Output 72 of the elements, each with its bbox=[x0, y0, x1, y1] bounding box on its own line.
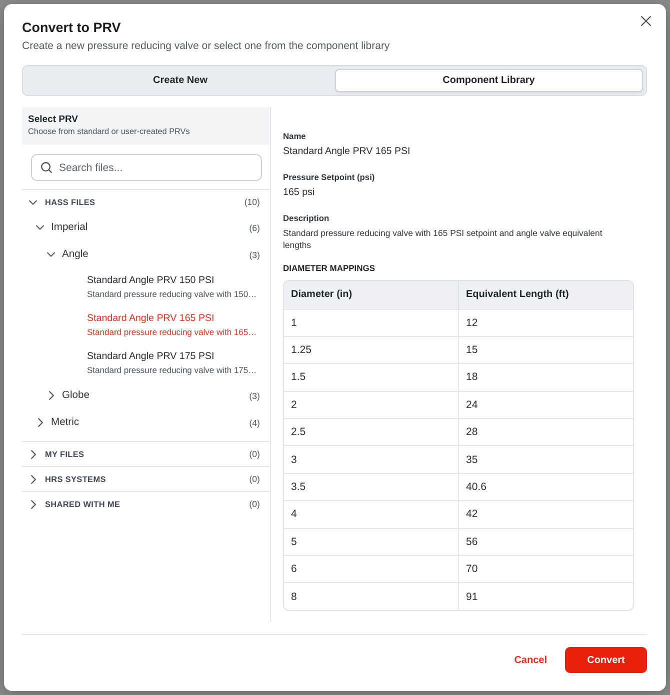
table-cell: 8 bbox=[284, 582, 458, 610]
cancel-button[interactable]: Cancel bbox=[504, 647, 557, 673]
table-cell: 40.6 bbox=[458, 473, 633, 501]
item-count: (3) bbox=[249, 390, 260, 400]
panel-subtitle: Choose from standard or user-created PRVs bbox=[28, 126, 190, 138]
table-cell: 3.5 bbox=[284, 473, 458, 501]
folder-label[interactable]: Imperial bbox=[51, 222, 88, 233]
folder-label[interactable]: Globe bbox=[62, 390, 90, 401]
description-text: Standard pressure reducing valve with 165 PSI setpoint and angle valve equivalent lengths bbox=[283, 227, 604, 251]
table-cell: 91 bbox=[458, 582, 633, 610]
table-cell: 5 bbox=[284, 528, 458, 556]
field-value: 165 psi bbox=[283, 186, 316, 200]
folder-label[interactable]: Angle bbox=[62, 249, 88, 260]
table-cell: 2.5 bbox=[284, 418, 458, 446]
field-label: Pressure Setpoint (psi) bbox=[283, 171, 375, 183]
item-count: (0) bbox=[249, 499, 260, 509]
field-label: Description bbox=[283, 212, 330, 224]
table-cell: 1.5 bbox=[284, 364, 458, 392]
table-cell: 42 bbox=[458, 500, 633, 528]
column-header: Diameter (in) bbox=[284, 281, 458, 309]
dialog-subtitle: Create a new pressure reducing valve or select one from the component library bbox=[22, 39, 390, 53]
file-name[interactable]: Standard Angle PRV 165 PSI bbox=[87, 312, 214, 326]
chevron-down-icon[interactable] bbox=[29, 200, 37, 204]
tab[interactable]: Component Library bbox=[334, 69, 643, 92]
field-label: Name bbox=[283, 130, 306, 142]
panel-title: Select PRV bbox=[28, 113, 78, 126]
chevron-down-icon[interactable] bbox=[47, 252, 55, 257]
table-cell: 35 bbox=[458, 446, 633, 474]
file-description: Standard pressure reducing valve with 150… bbox=[87, 288, 257, 300]
search-icon bbox=[41, 162, 52, 173]
table-cell: 3 bbox=[284, 446, 458, 474]
file-name[interactable]: Standard Angle PRV 175 PSI bbox=[87, 350, 214, 364]
table-cell: 24 bbox=[458, 391, 633, 419]
table-cell: 4 bbox=[284, 500, 458, 528]
item-count: (3) bbox=[249, 250, 260, 260]
section-heading: DIAMETER MAPPINGS bbox=[283, 262, 376, 274]
table-cell: 2 bbox=[284, 391, 458, 419]
file-description: Standard pressure reducing valve with 165… bbox=[87, 326, 257, 338]
field-value: Standard Angle PRV 165 PSI bbox=[283, 145, 412, 159]
chevron-right-icon[interactable] bbox=[30, 500, 36, 508]
search-field[interactable]: Search files... bbox=[31, 154, 262, 181]
table-cell: 6 bbox=[284, 556, 458, 583]
section-label[interactable]: HRS SYSTEMS bbox=[45, 474, 106, 484]
item-count: (0) bbox=[249, 449, 260, 459]
file-description: Standard pressure reducing valve with 175… bbox=[87, 364, 257, 376]
chevron-down-icon[interactable] bbox=[36, 225, 44, 230]
item-count: (6) bbox=[249, 222, 260, 232]
table-cell: 18 bbox=[458, 364, 633, 392]
tab[interactable]: Create New bbox=[26, 69, 334, 92]
dialog-title: Convert to PRV bbox=[22, 19, 121, 37]
file-name[interactable]: Standard Angle PRV 150 PSI bbox=[87, 274, 214, 288]
table-cell: 12 bbox=[458, 309, 633, 336]
section-label[interactable]: MY FILES bbox=[45, 450, 84, 458]
chevron-right-icon[interactable] bbox=[48, 391, 54, 400]
table-cell: 28 bbox=[458, 418, 633, 446]
item-count: (4) bbox=[249, 418, 260, 428]
close-icon[interactable] bbox=[641, 16, 651, 26]
item-count: (0) bbox=[249, 474, 260, 484]
table-cell: 1 bbox=[284, 309, 458, 336]
table-cell: 15 bbox=[458, 336, 633, 364]
item-count: (10) bbox=[244, 197, 260, 207]
convert-button[interactable]: Convert bbox=[565, 647, 647, 673]
column-header: Equivalent Length (ft) bbox=[458, 281, 633, 309]
section-label[interactable]: SHARED WITH ME bbox=[45, 500, 120, 508]
chevron-right-icon[interactable] bbox=[38, 418, 42, 427]
chevron-right-icon[interactable] bbox=[30, 450, 36, 458]
chevron-right-icon[interactable] bbox=[30, 474, 36, 484]
folder-label[interactable]: Metric bbox=[51, 417, 80, 428]
table-cell: 1.25 bbox=[284, 336, 458, 364]
table-cell: 70 bbox=[458, 556, 633, 583]
table-cell: 56 bbox=[458, 528, 633, 556]
section-label[interactable]: HASS FILES bbox=[45, 198, 96, 206]
